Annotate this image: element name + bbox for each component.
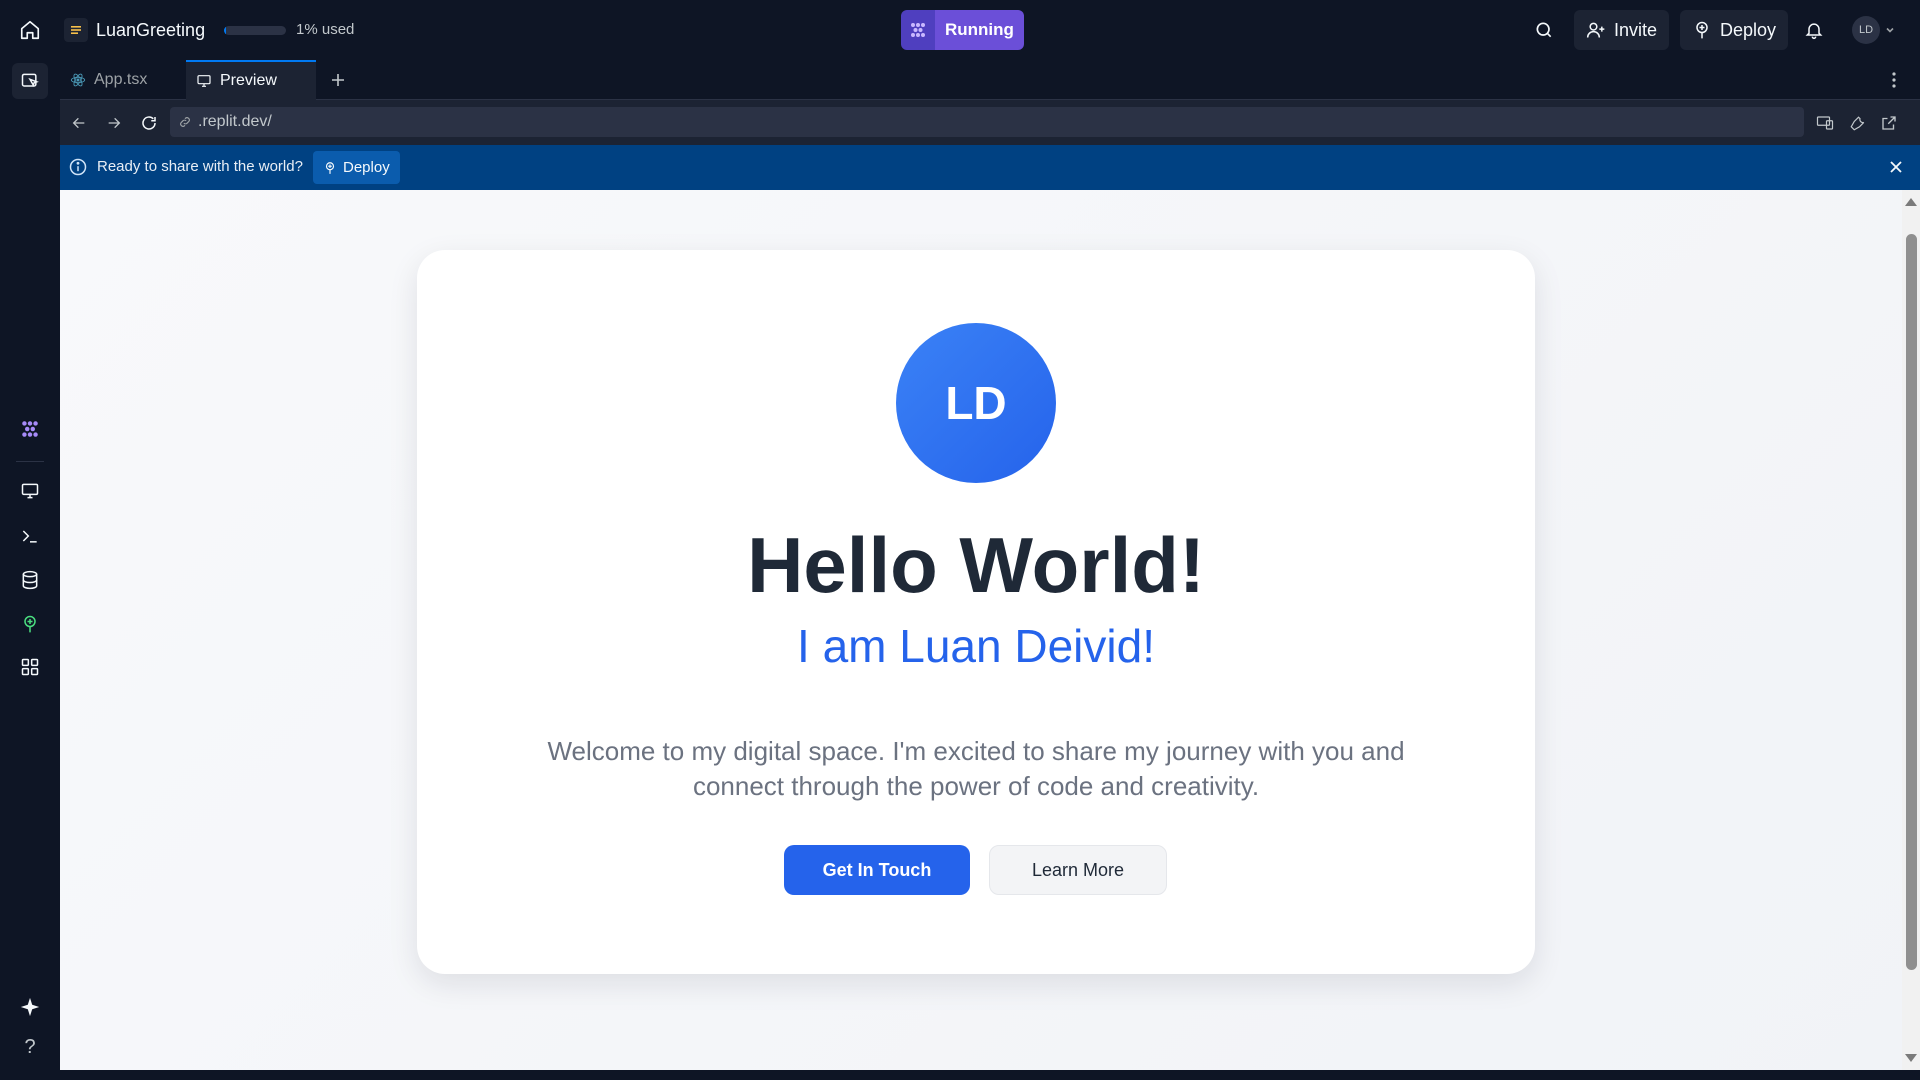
external-link-icon[interactable] (1874, 108, 1904, 138)
search-icon[interactable] (1526, 12, 1562, 48)
apps-grid-icon[interactable] (12, 649, 48, 685)
page-subtitle: I am Luan Deivid! (797, 620, 1155, 672)
rail-divider (16, 461, 44, 462)
deploy-banner: Ready to share with the world? Deploy (60, 145, 1920, 190)
avatar: LD (896, 323, 1056, 483)
deploy-icon (323, 161, 337, 175)
url-input[interactable]: .replit.dev/ (170, 107, 1804, 137)
tab-app-tsx[interactable]: App.tsx (60, 60, 186, 100)
help-icon[interactable]: ? (12, 1029, 48, 1065)
run-button[interactable]: Running (901, 10, 1024, 50)
url-text: .replit.dev/ (198, 113, 272, 130)
forward-arrow-icon[interactable] (99, 108, 129, 138)
monitor-icon[interactable] (12, 473, 48, 509)
bell-icon[interactable] (1796, 12, 1832, 48)
more-vertical-icon[interactable] (1878, 64, 1910, 96)
usage-text: 1% used (296, 21, 355, 38)
left-rail: ? (0, 60, 60, 1080)
profile-card: LD Hello World! I am Luan Deivid! Welcom… (417, 250, 1535, 974)
deploy-icon[interactable] (12, 606, 48, 642)
usage-fill (224, 26, 226, 35)
close-icon[interactable] (1886, 157, 1906, 177)
chevron-down-icon (1884, 24, 1896, 36)
react-icon (70, 72, 86, 88)
page-title: Hello World! (747, 521, 1205, 609)
intro-text: Welcome to my digital space. I'm excited… (547, 736, 1405, 801)
database-icon[interactable] (12, 562, 48, 598)
agent-icon (901, 10, 935, 50)
run-label: Running (935, 10, 1024, 50)
deploy-button[interactable]: Deploy (1680, 10, 1789, 50)
add-tab-icon[interactable] (322, 64, 354, 96)
invite-label: Invite (1614, 19, 1658, 40)
banner-deploy-label: Deploy (343, 159, 390, 176)
wrench-icon[interactable] (1843, 108, 1873, 138)
url-bar: .replit.dev/ (60, 100, 1920, 145)
tab-preview[interactable]: Preview (186, 60, 316, 100)
tab-label: Preview (220, 72, 277, 89)
back-arrow-icon[interactable] (64, 108, 94, 138)
add-user-icon (1586, 20, 1606, 40)
learn-more-button[interactable]: Learn More (989, 845, 1167, 895)
reload-icon[interactable] (134, 108, 164, 138)
link-icon (178, 115, 192, 129)
repl-menu-icon[interactable] (64, 18, 88, 42)
tab-bar: App.tsx Preview (60, 60, 1920, 100)
tab-label: App.tsx (94, 71, 148, 88)
deploy-label: Deploy (1720, 19, 1777, 40)
preview-pane: App.tsx Preview .replit.dev/ Ready to sh… (60, 60, 1920, 1070)
invite-button[interactable]: Invite (1574, 10, 1670, 50)
scroll-up-arrow-icon[interactable] (1905, 198, 1917, 206)
agent-icon[interactable] (12, 411, 48, 447)
avatar: LD (1852, 16, 1880, 44)
usage-bar (224, 26, 286, 35)
devices-icon[interactable] (1810, 108, 1840, 138)
deploy-icon (1692, 20, 1712, 40)
scrollbar-thumb[interactable] (1906, 234, 1917, 970)
repl-name[interactable]: LuanGreeting (96, 18, 205, 42)
file-tree-icon[interactable] (12, 63, 48, 99)
home-icon[interactable] (12, 12, 48, 48)
get-in-touch-button[interactable]: Get In Touch (784, 845, 970, 895)
banner-deploy-button[interactable]: Deploy (313, 151, 400, 184)
terminal-icon[interactable] (12, 518, 48, 554)
sparkle-icon[interactable] (12, 989, 48, 1025)
monitor-icon (196, 73, 212, 89)
info-icon (68, 157, 88, 177)
scroll-down-arrow-icon[interactable] (1905, 1054, 1917, 1062)
banner-text: Ready to share with the world? (97, 158, 303, 175)
user-menu[interactable]: LD (1852, 16, 1896, 44)
scrollbar[interactable] (1902, 190, 1920, 1070)
top-bar: LuanGreeting 1% used Running Invite Depl… (0, 0, 1920, 60)
webview: LD Hello World! I am Luan Deivid! Welcom… (60, 190, 1920, 1070)
